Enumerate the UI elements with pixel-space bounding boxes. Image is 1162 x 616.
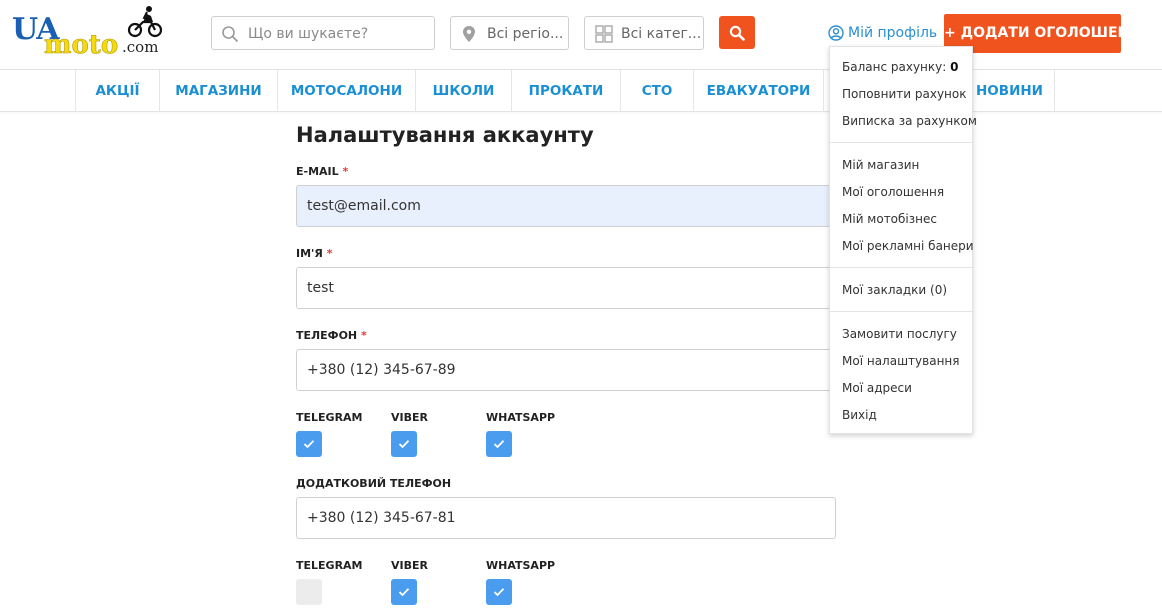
nav-item-schools[interactable]: ШКОЛИ (415, 70, 511, 112)
menu-item-my-banners[interactable]: Мої рекламні банери (842, 239, 974, 253)
menu-item-my-ads[interactable]: Мої оголошення (842, 185, 944, 199)
whatsapp-label: WHATSAPP (486, 559, 556, 572)
menu-item-addresses[interactable]: Мої адреси (842, 381, 912, 395)
telegram-label: TELEGRAM (296, 411, 363, 424)
whatsapp-label: WHATSAPP (486, 411, 556, 424)
extra-viber-checkbox[interactable] (391, 579, 417, 605)
menu-item-my-shop[interactable]: Мій магазин (842, 158, 919, 172)
site-header: UA moto .com Що ви шукаєте? Всі регіо... (0, 0, 1162, 70)
menu-item-my-business[interactable]: Мій мотобізнес (842, 212, 937, 226)
menu-item-bookmarks[interactable]: Мої закладки (0) (842, 283, 947, 297)
required-mark: * (326, 247, 333, 260)
page-title: Налаштування аккаунту (296, 123, 594, 147)
grid-icon (595, 25, 613, 43)
extra-phone-field[interactable]: +380 (12) 345-67-81 (296, 497, 836, 539)
required-mark: * (360, 329, 367, 342)
nav-item-promotions[interactable]: АКЦІЇ (75, 70, 159, 112)
nav-item-rentals[interactable]: ПРОКАТИ (511, 70, 620, 112)
motorbike-rider-icon (127, 6, 163, 38)
site-logo[interactable]: UA moto .com (12, 6, 163, 61)
search-input[interactable]: Що ви шукаєте? (211, 16, 435, 50)
region-select[interactable]: Всі регіо... (450, 16, 569, 50)
nav-item-tow-trucks[interactable]: ЕВАКУАТОРИ (693, 70, 823, 112)
balance-value: 0 (950, 60, 959, 74)
extra-phone-label: ДОДАТКОВИЙ ТЕЛЕФОН (296, 477, 452, 490)
main-nav: АКЦІЇ МАГАЗИНИ МОТОСАЛОНИ ШКОЛИ ПРОКАТИ … (0, 70, 1162, 112)
logo-dotcom-text: .com (122, 38, 159, 56)
email-label: E-MAIL * (296, 165, 348, 178)
balance-label: Баланс рахунку: (842, 60, 947, 74)
telegram-label: TELEGRAM (296, 559, 363, 572)
profile-dropdown-menu: Баланс рахунку: 0 Поповнити рахунок Випи… (829, 46, 977, 434)
menu-item-statement[interactable]: Виписка за рахунком (842, 114, 977, 128)
category-select[interactable]: Всі катег... (584, 16, 704, 50)
name-label-text: ІМ'Я (296, 247, 323, 260)
name-label: ІМ'Я * (296, 247, 333, 260)
nav-item-moto-salons[interactable]: МОТОСАЛОНИ (277, 70, 415, 112)
phone-label-text: ТЕЛЕФОН (296, 329, 358, 342)
email-label-text: E-MAIL (296, 165, 339, 178)
region-placeholder: Всі регіо... (487, 26, 564, 42)
phone-label: ТЕЛЕФОН * (296, 329, 367, 342)
user-circle-icon (828, 25, 844, 41)
menu-item-top-up[interactable]: Поповнити рахунок (842, 87, 966, 101)
logo-moto-text: moto (44, 30, 119, 61)
menu-divider (830, 142, 974, 143)
extra-telegram-checkbox[interactable] (296, 579, 322, 605)
name-field[interactable]: test (296, 267, 836, 309)
check-icon (493, 440, 505, 449)
viber-checkbox[interactable] (391, 431, 417, 457)
extra-whatsapp-checkbox[interactable] (486, 579, 512, 605)
required-mark: * (342, 165, 349, 178)
menu-item-logout[interactable]: Вихід (842, 408, 877, 422)
nav-item-service[interactable]: СТО (620, 70, 693, 112)
search-button[interactable] (719, 16, 755, 49)
map-pin-icon (463, 26, 475, 42)
check-icon (493, 588, 505, 597)
search-placeholder: Що ви шукаєте? (248, 26, 369, 42)
category-placeholder: Всі катег... (621, 26, 702, 42)
menu-divider (830, 267, 974, 268)
nav-item-shops[interactable]: МАГАЗИНИ (159, 70, 277, 112)
viber-label: VIBER (391, 411, 428, 424)
email-field[interactable]: test@email.com (296, 185, 836, 227)
menu-divider (830, 311, 974, 312)
menu-item-settings[interactable]: Мої налаштування (842, 354, 959, 368)
menu-item-order-service[interactable]: Замовити послугу (842, 327, 957, 341)
check-icon (398, 440, 410, 449)
check-icon (303, 440, 315, 449)
search-icon (729, 25, 745, 41)
search-icon (222, 26, 239, 43)
balance-item: Баланс рахунку: 0 (842, 60, 958, 74)
telegram-checkbox[interactable] (296, 431, 322, 457)
viber-label: VIBER (391, 559, 428, 572)
profile-label: Мій профіль (848, 25, 938, 41)
whatsapp-checkbox[interactable] (486, 431, 512, 457)
phone-field[interactable]: +380 (12) 345-67-89 (296, 349, 836, 391)
check-icon (398, 588, 410, 597)
